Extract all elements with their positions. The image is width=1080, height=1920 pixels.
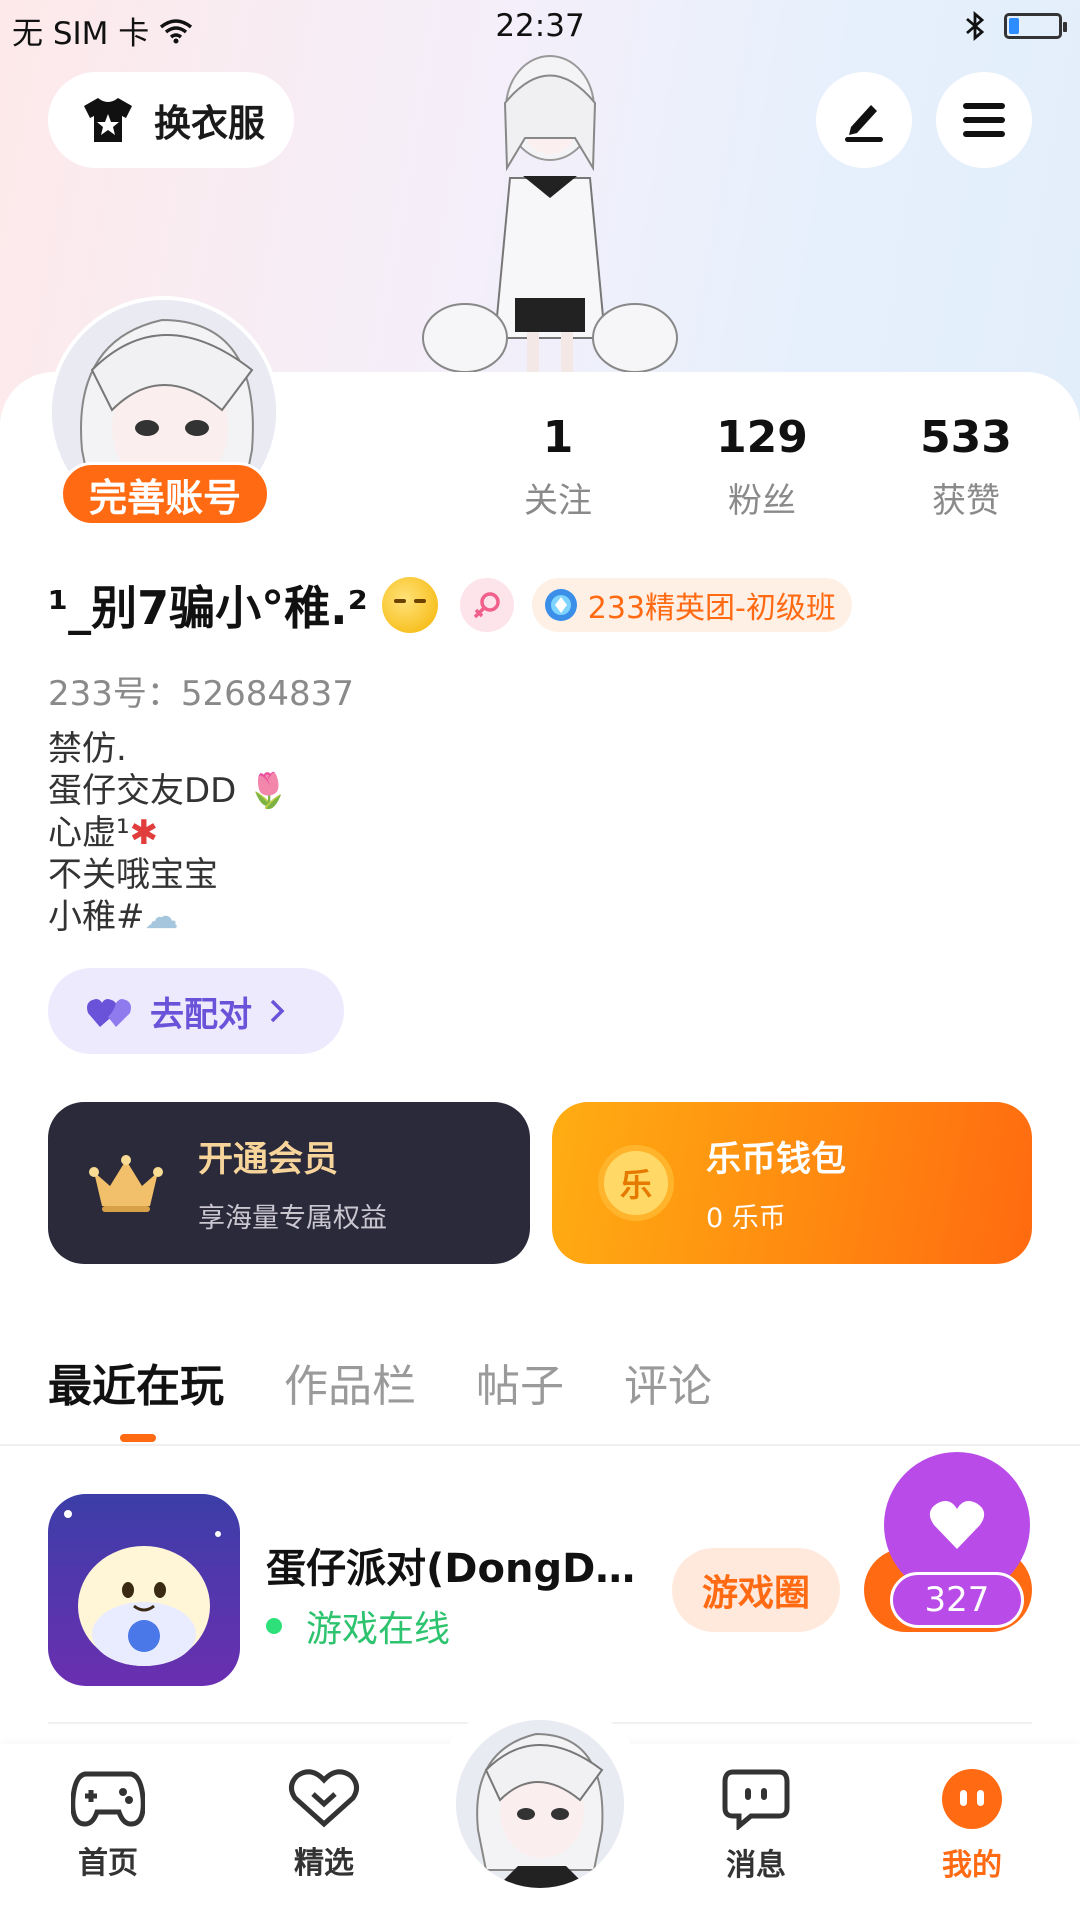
center-avatar-image [456, 1720, 624, 1888]
sleepy-face-emoji-icon [381, 577, 438, 633]
wallet-title: 乐币钱包 [706, 1140, 847, 1180]
club-badge-label: 233精英团-初级班 [587, 591, 836, 626]
vip-subtitle: 享海量专属权益 [198, 1203, 387, 1234]
online-dot-icon [266, 1618, 282, 1634]
gem-badge-icon [544, 589, 577, 621]
likes-stat[interactable]: 533 获赞 [866, 412, 1066, 522]
fans-stat[interactable]: 129 粉丝 [662, 412, 862, 522]
following-count: 1 [542, 412, 574, 463]
anger-emoji-icon: ✱ [129, 813, 159, 853]
game-status: 游戏在线 [266, 1600, 450, 1652]
tabs-divider [0, 1444, 1080, 1446]
wallet-text: 乐币钱包 0 乐币 [706, 1131, 846, 1235]
game-title[interactable]: 蛋仔派对(DongDo… [266, 1536, 636, 1594]
tab-works[interactable]: 作品栏 [284, 1350, 416, 1414]
dash-cloud-emoji-icon: ☁ [144, 897, 179, 937]
tab-comments[interactable]: 评论 [624, 1350, 712, 1414]
user-id: 233号：52684837 [48, 674, 354, 714]
profile-page: 无 SIM 卡 22:37 换衣服 完善账号 1 关注 129 粉丝 533 获… [0, 0, 1080, 1920]
tab-posts[interactable]: 帖子 [476, 1350, 564, 1414]
wallet-balance: 0 乐币 [706, 1203, 786, 1234]
tulip-emoji-icon: 🌷 [236, 771, 290, 811]
bio-line: 小稚#☁ [48, 897, 179, 937]
battery-fill [1009, 18, 1020, 34]
change-outfit-label: 换衣服 [154, 102, 265, 145]
nav-me-label: 我的 [942, 1848, 1002, 1883]
gamepad-icon [70, 1771, 146, 1827]
bluetooth-icon [966, 10, 985, 42]
crown-icon [89, 1155, 163, 1212]
username: ¹_别7骗小°稚.² [48, 581, 368, 635]
fans-label: 粉丝 [728, 481, 796, 521]
likes-label: 获赞 [932, 481, 1000, 521]
name-row: ¹_别7骗小°稚.² 233精英团-初级班 [48, 572, 852, 638]
menu-button[interactable] [936, 72, 1032, 168]
bio-line: 心虚¹✱ [48, 813, 159, 853]
chevron-right-icon [270, 999, 285, 1023]
bio-line: 禁仿. [48, 729, 127, 769]
menu-icon [963, 103, 1005, 137]
nav-me[interactable]: 我的 [902, 1768, 1042, 1884]
pen-icon [845, 105, 883, 142]
game-circle-button[interactable]: 游戏圈 [672, 1548, 840, 1632]
clock: 22:37 [495, 8, 585, 44]
likes-count: 533 [920, 412, 1012, 463]
pair-label: 去配对 [150, 994, 252, 1035]
like-count-badge: 327 [890, 1572, 1024, 1628]
nav-home[interactable]: 首页 [38, 1768, 178, 1882]
complete-account-button[interactable]: 完善账号 [60, 462, 270, 526]
fans-count: 129 [716, 412, 808, 463]
bio-line: 不关哦宝宝 [48, 855, 218, 895]
shirt-icon [84, 98, 132, 142]
status-right [964, 10, 1067, 42]
edit-profile-button[interactable] [816, 72, 912, 168]
heart-outline-icon [289, 1769, 359, 1828]
game-status-label: 游戏在线 [306, 1609, 451, 1650]
nav-home-label: 首页 [78, 1846, 138, 1881]
nav-featured-label: 精选 [294, 1846, 354, 1881]
female-gender-icon [459, 578, 514, 632]
avatar-character-figure[interactable] [405, 48, 685, 378]
game-app-image [48, 1494, 240, 1686]
club-badge[interactable]: 233精英团-初级班 [531, 578, 852, 632]
wallet-card[interactable]: 乐 乐币钱包 0 乐币 [552, 1102, 1032, 1264]
vip-text: 开通会员 享海量专属权益 [198, 1131, 387, 1235]
pair-button[interactable]: 去配对 [48, 968, 344, 1054]
bio: 禁仿. 蛋仔交友DD 🌷 心虚¹✱ 不关哦宝宝 小稚#☁ [48, 728, 290, 938]
change-outfit-button[interactable]: 换衣服 [48, 72, 294, 168]
nav-featured[interactable]: 精选 [254, 1768, 394, 1882]
following-label: 关注 [524, 481, 592, 521]
nav-messages-label: 消息 [726, 1848, 786, 1883]
active-tab-indicator [120, 1434, 156, 1442]
bio-line: 蛋仔交友DD 🌷 [48, 771, 290, 811]
battery-icon [1004, 13, 1067, 39]
heart-icon [929, 1501, 985, 1549]
nav-center-avatar-button[interactable] [456, 1720, 624, 1888]
tab-recent-play[interactable]: 最近在玩 [48, 1350, 224, 1414]
coin-icon: 乐 [598, 1145, 674, 1221]
vip-title: 开通会员 [198, 1140, 339, 1180]
game-app-icon[interactable] [48, 1494, 240, 1686]
nav-messages[interactable]: 消息 [686, 1768, 826, 1884]
following-stat[interactable]: 1 关注 [458, 412, 658, 522]
chat-bubble-icon [722, 1769, 790, 1832]
vip-membership-card[interactable]: 开通会员 享海量专属权益 [48, 1102, 530, 1264]
me-face-icon [942, 1769, 1002, 1829]
double-heart-icon [87, 999, 131, 1027]
profile-tabs: 最近在玩 作品栏 帖子 评论 [48, 1350, 712, 1414]
